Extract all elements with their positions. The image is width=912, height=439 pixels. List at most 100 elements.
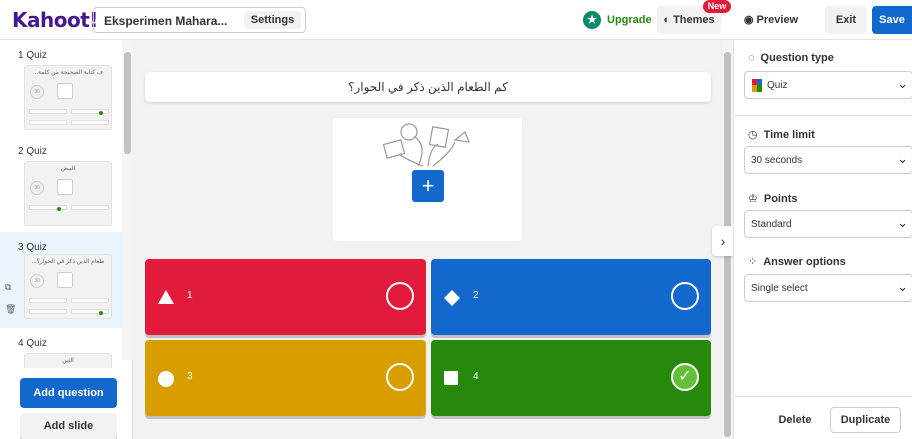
slide-item-4[interactable]: 4 Quiz الثين bbox=[0, 328, 122, 368]
thumbnail-timer: 30 bbox=[30, 181, 44, 195]
answer-placeholder bbox=[71, 109, 109, 114]
slide-thumbnail: ف كتابة الصحيحة من كلمة... 30 bbox=[24, 65, 112, 130]
thumbnail-question: الثين bbox=[62, 358, 74, 364]
settings-panel: ◌ Question type Quiz ⌄ ◷ Time limit 30 s… bbox=[733, 40, 912, 439]
answer-option-2[interactable]: 2 bbox=[431, 259, 711, 335]
thumbnail-timer: 30 bbox=[30, 274, 44, 288]
question-type-value: Quiz bbox=[767, 80, 788, 91]
slide-item-3[interactable]: 3 Quiz طعام الذين ذكر في الحوار؟... 30 ⧉… bbox=[0, 232, 122, 328]
scrollbar-thumb[interactable] bbox=[124, 52, 131, 154]
chevron-down-icon: ⌄ bbox=[897, 76, 908, 91]
add-slide-button[interactable]: Add slide bbox=[20, 413, 117, 439]
chevron-down-icon: ⌄ bbox=[897, 279, 908, 294]
answer-option-1[interactable]: 1 bbox=[145, 259, 426, 335]
slide-label: 2 Quiz bbox=[18, 146, 47, 157]
answer-options-label: Answer options bbox=[763, 255, 846, 268]
square-icon bbox=[444, 371, 458, 385]
delete-button[interactable]: Delete bbox=[770, 407, 820, 433]
circle-icon bbox=[158, 371, 174, 387]
sidebar-scrollbar[interactable] bbox=[122, 40, 133, 360]
trash-icon[interactable]: 🗑 bbox=[5, 304, 16, 314]
points-select[interactable]: Standard ⌄ bbox=[744, 210, 912, 238]
media-upload-area[interactable]: + bbox=[333, 118, 522, 241]
duplicate-icon[interactable]: ⧉ bbox=[5, 282, 15, 292]
slide-item-1[interactable]: 1 Quiz ف كتابة الصحيحة من كلمة... 30 bbox=[0, 40, 122, 136]
answer-option-3[interactable]: 3 bbox=[145, 340, 426, 416]
answer-placeholder bbox=[29, 109, 67, 114]
eye-icon: ◉ bbox=[743, 14, 754, 26]
answer-options-title: ⁘ Answer options bbox=[748, 255, 846, 269]
thumbnail-question: البيض bbox=[60, 166, 76, 172]
quiz-title: Eksperimen Mahara... bbox=[104, 14, 228, 28]
quiz-type-icon bbox=[752, 79, 762, 92]
correct-dot bbox=[99, 111, 103, 115]
star-icon: ★ bbox=[583, 11, 601, 29]
diamond-icon bbox=[444, 290, 460, 306]
answer-placeholder bbox=[29, 298, 67, 303]
image-placeholder-icon bbox=[57, 179, 73, 195]
answer-number: 2 bbox=[473, 290, 479, 301]
answer-options-select[interactable]: Single select ⌄ bbox=[744, 274, 912, 302]
top-bar: Kahoot! Eksperimen Mahara... Settings ★ … bbox=[0, 0, 912, 40]
divider bbox=[734, 115, 912, 116]
points-title: ♔ Points bbox=[748, 192, 798, 206]
answer-placeholder bbox=[71, 120, 109, 125]
slide-sidebar: 1 Quiz ف كتابة الصحيحة من كلمة... 30 2 Q… bbox=[0, 40, 133, 439]
thumbnail-question: طعام الذين ذكر في الحوار؟... bbox=[31, 259, 105, 265]
slide-item-2[interactable]: 2 Quiz البيض 30 bbox=[0, 136, 122, 232]
correct-dot bbox=[99, 311, 103, 315]
time-limit-title: ◷ Time limit bbox=[748, 128, 815, 142]
image-placeholder-icon bbox=[57, 83, 73, 99]
image-placeholder-icon bbox=[57, 272, 73, 288]
points-value: Standard bbox=[751, 219, 792, 230]
slide-label: 4 Quiz bbox=[18, 338, 47, 349]
duplicate-button[interactable]: Duplicate bbox=[830, 407, 901, 433]
time-limit-select[interactable]: 30 seconds ⌄ bbox=[744, 146, 912, 174]
settings-button[interactable]: Settings bbox=[244, 11, 301, 29]
question-type-title: ◌ Question type bbox=[748, 52, 834, 64]
slide-label: 3 Quiz bbox=[18, 242, 47, 253]
collapse-panel-button[interactable]: › bbox=[712, 226, 734, 256]
slide-thumbnail: الثين bbox=[24, 353, 112, 368]
correct-toggle[interactable] bbox=[386, 282, 414, 310]
question-type-label: Question type bbox=[760, 52, 834, 64]
palette-icon: ◐ bbox=[663, 14, 670, 26]
slide-label: 1 Quiz bbox=[18, 50, 47, 61]
chevron-down-icon: ⌄ bbox=[897, 215, 908, 230]
chevron-down-icon: ⌄ bbox=[897, 151, 908, 166]
correct-dot bbox=[57, 207, 61, 211]
answer-placeholder bbox=[71, 309, 109, 314]
answer-placeholder bbox=[29, 309, 67, 314]
thumbnail-question: ف كتابة الصحيحة من كلمة... bbox=[32, 70, 104, 76]
clock-icon: ◷ bbox=[748, 129, 758, 141]
answer-options-value: Single select bbox=[751, 283, 808, 294]
answer-placeholder bbox=[29, 205, 67, 210]
question-input[interactable]: كم الطعام الذين ذكر في الحوار؟ bbox=[145, 72, 711, 102]
answer-options-icon: ⁘ bbox=[748, 256, 758, 268]
add-question-button[interactable]: Add question bbox=[20, 378, 117, 408]
add-media-button[interactable]: + bbox=[412, 170, 444, 202]
upgrade-button[interactable]: ★ Upgrade bbox=[583, 10, 652, 30]
time-limit-value: 30 seconds bbox=[751, 155, 803, 166]
preview-button[interactable]: ◉ Preview bbox=[736, 6, 806, 34]
answer-option-4[interactable]: 4 ✓ bbox=[431, 340, 711, 416]
slide-thumbnail: طعام الذين ذكر في الحوار؟... 30 bbox=[24, 254, 112, 319]
question-type-select[interactable]: Quiz ⌄ bbox=[744, 71, 912, 99]
exit-button[interactable]: Exit bbox=[825, 6, 867, 34]
slide-thumbnail: البيض 30 bbox=[24, 161, 112, 226]
answer-placeholder bbox=[71, 205, 109, 210]
correct-toggle[interactable] bbox=[671, 282, 699, 310]
themes-label: Themes bbox=[673, 14, 715, 26]
quiz-title-field[interactable]: Eksperimen Mahara... Settings bbox=[93, 7, 306, 33]
save-button[interactable]: Save bbox=[872, 6, 912, 34]
correct-checkmark-icon[interactable]: ✓ bbox=[671, 363, 699, 391]
correct-toggle[interactable] bbox=[386, 363, 414, 391]
preview-label: Preview bbox=[756, 14, 799, 26]
kahoot-logo[interactable]: Kahoot! bbox=[12, 8, 98, 32]
triangle-icon bbox=[158, 290, 174, 304]
answer-number: 3 bbox=[187, 371, 193, 382]
answer-placeholder bbox=[71, 298, 109, 303]
answer-placeholder bbox=[29, 120, 67, 125]
thumbnail-timer: 30 bbox=[30, 85, 44, 99]
medal-icon: ♔ bbox=[748, 193, 758, 205]
